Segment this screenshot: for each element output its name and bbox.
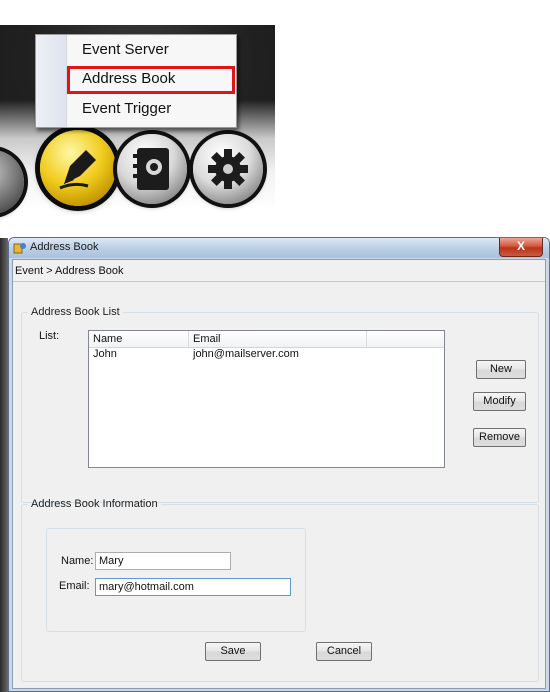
toolbar-area: Event Server Address Book Event Trigger — [0, 0, 275, 220]
record-toolbar-button[interactable] — [117, 134, 187, 204]
breadcrumb: Event > Address Book — [13, 260, 545, 282]
background-strip — [0, 238, 8, 692]
column-header-name[interactable]: Name — [89, 331, 189, 347]
menu-item-event-server[interactable]: Event Server — [82, 39, 169, 61]
dialog-client-area: Event > Address Book Address Book List L… — [12, 259, 546, 689]
menu-item-event-trigger[interactable]: Event Trigger — [82, 98, 171, 120]
email-field[interactable]: mary@hotmail.com — [95, 578, 291, 596]
dialog-titlebar[interactable]: Address Book X — [9, 238, 549, 258]
dialog-title: Address Book — [30, 241, 99, 253]
save-button[interactable]: Save — [205, 642, 261, 661]
email-label: Email: — [59, 580, 90, 592]
app-icon — [13, 243, 26, 254]
list-header: Name Email — [89, 331, 444, 348]
column-header-email[interactable]: Email — [189, 331, 367, 347]
event-toolbar-button[interactable] — [40, 130, 116, 206]
gear-icon — [208, 149, 248, 189]
name-field[interactable]: Mary — [95, 552, 231, 570]
setting-toolbar-button[interactable] — [193, 134, 263, 204]
address-book-dialog: Address Book X Event > Address Book Addr… — [8, 237, 550, 692]
list-label: List: — [39, 330, 60, 342]
address-list[interactable]: Name Email John john@mailserver.com — [88, 330, 445, 468]
pen-icon — [59, 150, 96, 190]
address-book-info-legend: Address Book Information — [31, 498, 158, 510]
list-item-name: John — [93, 348, 117, 360]
name-label: Name: — [61, 555, 94, 567]
notebook-icon — [133, 148, 169, 190]
modify-button[interactable]: Modify — [473, 392, 526, 411]
address-book-list-legend: Address Book List — [31, 306, 120, 318]
event-popup-menu: Event Server Address Book Event Trigger — [35, 34, 237, 128]
remove-button[interactable]: Remove — [473, 428, 526, 447]
list-item-email: john@mailserver.com — [193, 348, 299, 360]
menu-item-highlight — [67, 66, 235, 94]
close-button[interactable]: X — [499, 238, 543, 257]
column-header-empty[interactable] — [367, 331, 443, 347]
cancel-button[interactable]: Cancel — [316, 642, 372, 661]
new-button[interactable]: New — [476, 360, 526, 379]
menu-gutter — [36, 35, 67, 127]
